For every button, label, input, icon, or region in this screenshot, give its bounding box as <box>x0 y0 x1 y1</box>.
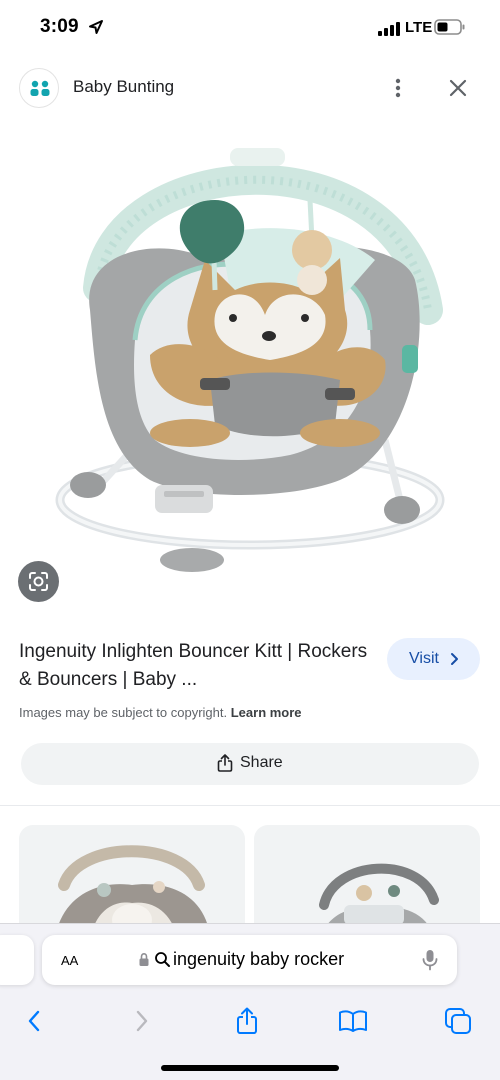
product-image[interactable] <box>40 140 460 590</box>
mic-icon[interactable] <box>421 949 439 971</box>
safari-toolbar <box>0 1001 500 1041</box>
copyright-notice: Images may be subject to copyright. Lear… <box>19 705 302 720</box>
location-arrow-icon <box>89 20 103 34</box>
back-button[interactable] <box>14 1001 54 1041</box>
more-vert-icon[interactable] <box>386 76 410 100</box>
tabs-icon <box>445 1008 471 1034</box>
baby-bunting-logo-icon <box>30 80 50 96</box>
source-header: Baby Bunting <box>0 60 500 116</box>
visit-label: Visit <box>409 650 439 667</box>
signal-icon <box>378 22 400 36</box>
forward-button[interactable] <box>122 1001 162 1041</box>
share-icon <box>237 1007 257 1034</box>
search-icon <box>155 952 170 967</box>
share-button[interactable]: Share <box>21 743 479 785</box>
address-text[interactable]: ingenuity baby rocker <box>173 949 344 970</box>
bookmarks-icon <box>339 1010 367 1032</box>
visit-button[interactable]: Visit <box>387 638 480 680</box>
bookmarks-button[interactable] <box>333 1001 373 1041</box>
source-name[interactable]: Baby Bunting <box>73 77 174 97</box>
divider <box>0 805 500 806</box>
lock-icon <box>139 952 149 966</box>
aa-label: AA <box>61 953 79 968</box>
status-time: 3:09 <box>40 16 79 37</box>
lens-button[interactable] <box>18 561 59 602</box>
source-logo[interactable] <box>19 68 59 108</box>
copyright-text: Images may be subject to copyright. <box>19 705 228 720</box>
lens-icon <box>29 572 48 591</box>
share-content: Share <box>217 754 283 772</box>
battery-icon <box>434 19 465 35</box>
share-label: Share <box>240 754 283 771</box>
back-icon <box>28 1010 40 1032</box>
safari-share-button[interactable] <box>227 1001 267 1041</box>
network-label: LTE <box>405 19 433 36</box>
home-indicator <box>161 1065 339 1071</box>
status-bar: 3:09 LTE <box>0 0 500 58</box>
close-icon[interactable] <box>446 76 470 100</box>
forward-icon <box>136 1010 148 1032</box>
share-icon <box>217 754 233 772</box>
previous-tab-card[interactable] <box>0 935 34 985</box>
learn-more-link[interactable]: Learn more <box>231 705 302 720</box>
chevron-right-icon <box>451 653 458 665</box>
tabs-button[interactable] <box>438 1001 478 1041</box>
page-settings-button[interactable]: AA <box>61 950 78 970</box>
result-title[interactable]: Ingenuity Inlighten Bouncer Kitt | Rocke… <box>19 638 369 694</box>
safari-bottom-bar: AA ingenuity baby rocker <box>0 923 500 1080</box>
address-bar[interactable]: AA ingenuity baby rocker <box>42 935 457 985</box>
